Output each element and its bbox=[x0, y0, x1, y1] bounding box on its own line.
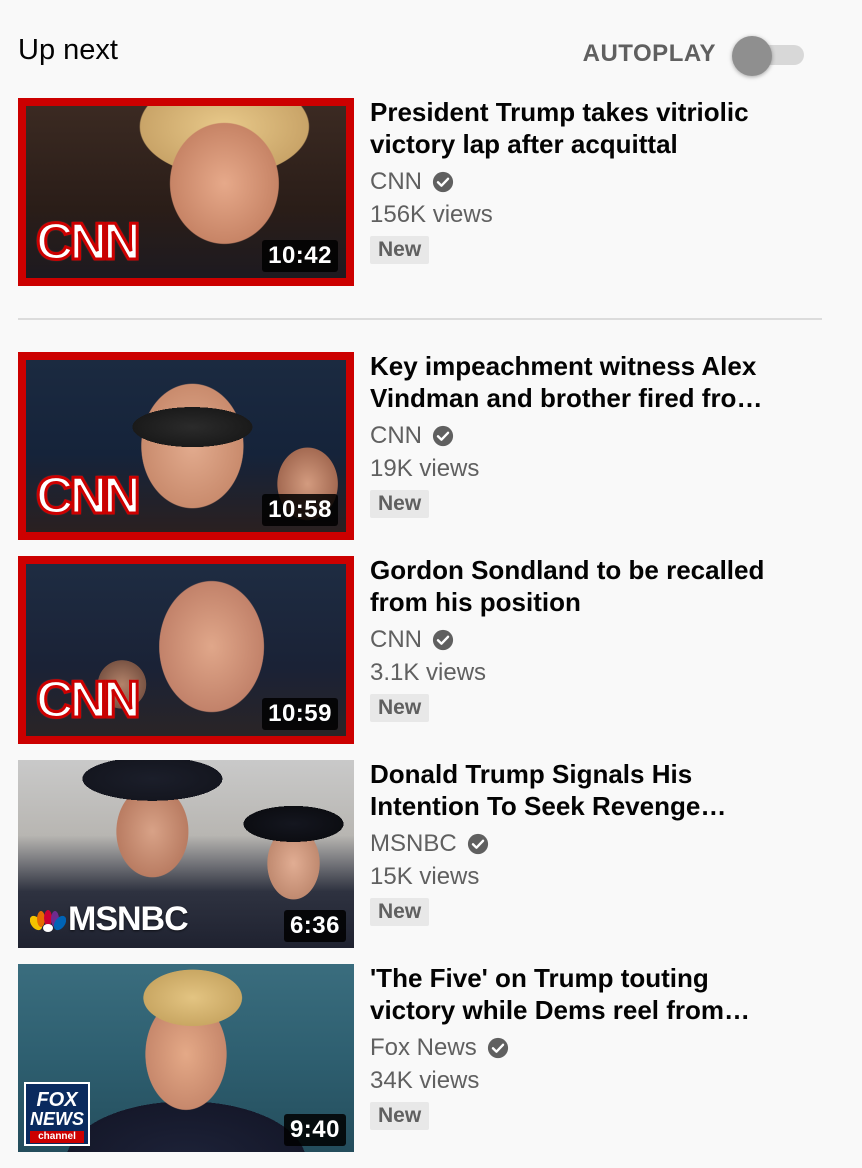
video-thumbnail[interactable]: FOX NEWS channel 9:40 bbox=[18, 964, 354, 1152]
video-duration: 9:40 bbox=[283, 1114, 346, 1146]
new-badge: New bbox=[370, 898, 430, 926]
new-badge: New bbox=[370, 694, 430, 722]
video-meta: Donald Trump Signals His Intention To Se… bbox=[370, 758, 790, 926]
autoplay-control: AUTOPLAY bbox=[582, 36, 804, 76]
channel-row: MSNBC bbox=[370, 828, 790, 860]
video-meta: Gordon Sondland to be recalled from his … bbox=[370, 554, 790, 722]
new-badge: New bbox=[370, 236, 430, 264]
fox-logo-line-1: FOX bbox=[36, 1089, 78, 1111]
channel-row: CNN bbox=[370, 624, 790, 656]
video-title[interactable]: 'The Five' on Trump touting victory whil… bbox=[370, 962, 790, 1026]
video-item[interactable]: FOX NEWS channel 9:40 'The Five' on Trum… bbox=[18, 962, 818, 1152]
video-duration: 10:59 bbox=[262, 698, 338, 730]
new-badge: New bbox=[370, 490, 430, 518]
channel-name[interactable]: CNN bbox=[370, 420, 422, 452]
cnn-logo: CNN bbox=[35, 467, 143, 525]
video-item[interactable]: MSNBC 6:36 Donald Trump Signals His Inte… bbox=[18, 758, 818, 948]
video-meta: Key impeachment witness Alex Vindman and… bbox=[370, 350, 790, 518]
video-thumbnail[interactable]: CNN 10:58 bbox=[18, 352, 354, 540]
fox-logo-line-2: NEWS bbox=[30, 1109, 84, 1129]
verified-check-icon bbox=[432, 629, 454, 651]
up-next-title: Up next bbox=[18, 34, 118, 66]
video-title[interactable]: President Trump takes vitriolic victory … bbox=[370, 96, 790, 160]
video-thumbnail[interactable]: CNN 10:42 bbox=[18, 98, 354, 286]
toggle-knob bbox=[732, 36, 772, 76]
peacock-icon bbox=[30, 910, 66, 933]
video-item[interactable]: CNN 10:58 Key impeachment witness Alex V… bbox=[18, 350, 818, 540]
verified-check-icon bbox=[432, 425, 454, 447]
autoplay-label: AUTOPLAY bbox=[582, 40, 716, 67]
video-meta: President Trump takes vitriolic victory … bbox=[370, 96, 790, 264]
video-duration: 10:42 bbox=[262, 240, 338, 272]
video-duration: 10:58 bbox=[262, 494, 338, 526]
channel-name[interactable]: MSNBC bbox=[370, 828, 457, 860]
verified-check-icon bbox=[432, 171, 454, 193]
view-count: 3.1K views bbox=[370, 659, 487, 686]
view-count: 156K views bbox=[370, 201, 493, 228]
channel-name[interactable]: CNN bbox=[370, 166, 422, 198]
view-count: 15K views bbox=[370, 863, 480, 890]
section-divider bbox=[18, 318, 822, 320]
msnbc-logo-text: MSNBC bbox=[68, 900, 189, 938]
fox-news-logo: FOX NEWS channel bbox=[24, 1082, 90, 1146]
channel-row: CNN bbox=[370, 166, 790, 198]
autoplay-toggle[interactable] bbox=[732, 36, 804, 76]
video-duration: 6:36 bbox=[283, 910, 346, 942]
video-thumbnail[interactable]: CNN 10:59 bbox=[18, 556, 354, 744]
msnbc-logo: MSNBC bbox=[30, 900, 189, 938]
new-badge: New bbox=[370, 1102, 430, 1130]
video-title[interactable]: Gordon Sondland to be recalled from his … bbox=[370, 554, 790, 618]
video-thumbnail[interactable]: MSNBC 6:36 bbox=[18, 760, 354, 948]
video-item[interactable]: CNN 10:59 Gordon Sondland to be recalled… bbox=[18, 554, 818, 744]
cnn-logo: CNN bbox=[35, 213, 143, 271]
view-count: 19K views bbox=[370, 455, 480, 482]
video-title[interactable]: Donald Trump Signals His Intention To Se… bbox=[370, 758, 790, 822]
view-count: 34K views bbox=[370, 1067, 480, 1094]
channel-name[interactable]: CNN bbox=[370, 624, 422, 656]
fox-logo-line-3: channel bbox=[30, 1131, 84, 1143]
channel-name[interactable]: Fox News bbox=[370, 1032, 477, 1064]
video-item[interactable]: CNN 10:42 President Trump takes vitrioli… bbox=[18, 96, 818, 286]
verified-check-icon bbox=[487, 1037, 508, 1059]
up-next-header: Up next AUTOPLAY bbox=[18, 28, 804, 76]
verified-check-icon bbox=[467, 833, 488, 855]
cnn-logo: CNN bbox=[35, 671, 143, 729]
channel-row: CNN bbox=[370, 420, 790, 452]
channel-row: Fox News bbox=[370, 1032, 790, 1064]
video-meta: 'The Five' on Trump touting victory whil… bbox=[370, 962, 790, 1130]
video-title[interactable]: Key impeachment witness Alex Vindman and… bbox=[370, 350, 790, 414]
